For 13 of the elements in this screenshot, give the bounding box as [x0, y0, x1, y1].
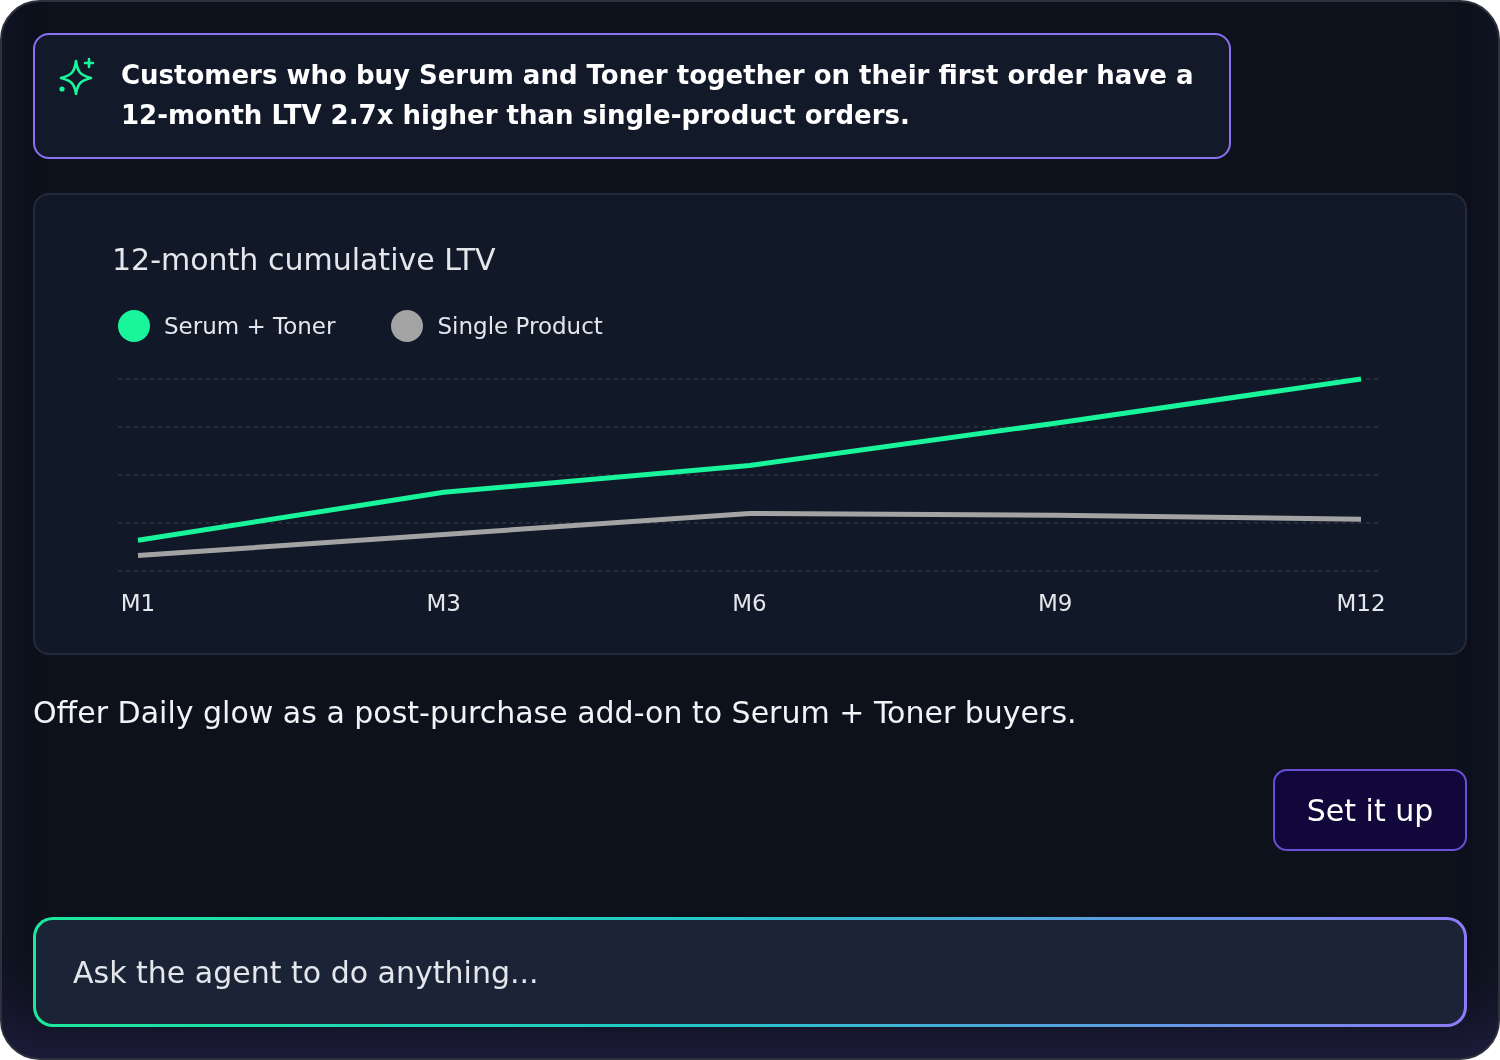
- x-axis-label: M6: [732, 589, 767, 617]
- chart-title: 12-month cumulative LTV: [112, 242, 496, 278]
- x-axis-label: M12: [1336, 589, 1386, 617]
- sparkle-icon: [57, 57, 95, 95]
- set-up-button[interactable]: Set it up: [1273, 769, 1467, 851]
- insight-text: Customers who buy Serum and Toner together on their first order have a 12-month LTV 2.7x higher than single-product orders.: [121, 59, 1195, 132]
- x-axis-label: M3: [426, 589, 461, 617]
- x-axis-label: M1: [120, 589, 156, 617]
- legend-label: Serum + Toner: [164, 312, 336, 341]
- recommendation-text: Offer Daily glow as a post-purchase add-on to Serum + Toner buyers.: [33, 695, 1077, 731]
- legend-label: Single Product: [437, 312, 603, 341]
- prompt-input[interactable]: Ask the agent to do anything...: [33, 917, 1467, 1027]
- x-axis-label: M9: [1038, 589, 1073, 617]
